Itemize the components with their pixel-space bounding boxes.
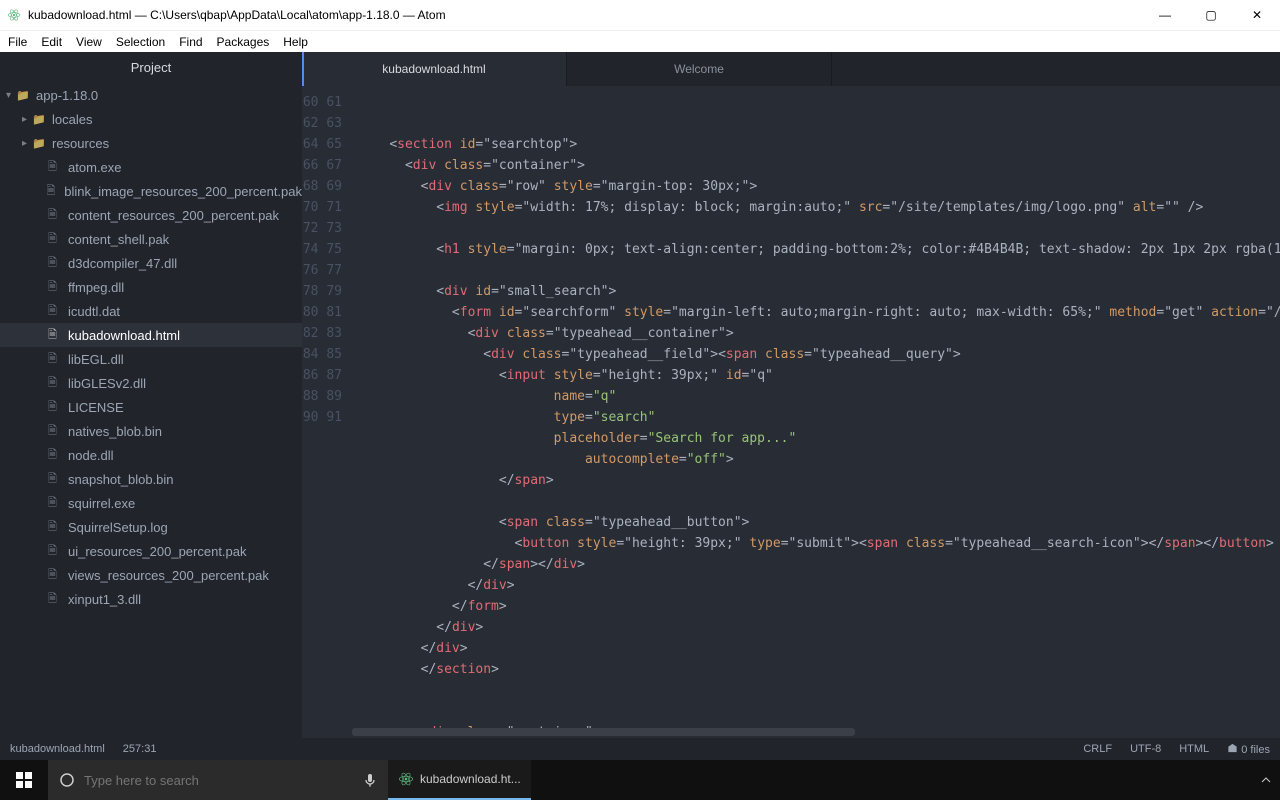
windows-taskbar: kubadownload.ht... (0, 760, 1280, 800)
menu-selection[interactable]: Selection (116, 35, 165, 49)
tree-item-natives-blob-bin[interactable]: 🗎natives_blob.bin (0, 419, 302, 443)
tree-item-kubadownload-html[interactable]: 🗎kubadownload.html (0, 323, 302, 347)
status-git-files[interactable]: 0 files (1227, 743, 1270, 756)
menu-find[interactable]: Find (179, 35, 202, 49)
horizontal-scrollbar[interactable] (352, 726, 1266, 738)
tab-welcome[interactable]: Welcome (567, 52, 832, 86)
tree-item-locales[interactable]: ▸📁locales (0, 107, 302, 131)
status-eol[interactable]: CRLF (1083, 743, 1112, 755)
tree-item-squirrelsetup-log[interactable]: 🗎SquirrelSetup.log (0, 515, 302, 539)
menu-bar: File Edit View Selection Find Packages Help (0, 30, 1280, 52)
tree-item-d3dcompiler-47-dll[interactable]: 🗎d3dcompiler_47.dll (0, 251, 302, 275)
tree-item-libegl-dll[interactable]: 🗎libEGL.dll (0, 347, 302, 371)
status-bar: kubadownload.html 257:31 CRLF UTF-8 HTML… (0, 738, 1280, 760)
taskbar-app-atom[interactable]: kubadownload.ht... (388, 760, 531, 800)
tree-item-atom-exe[interactable]: 🗎atom.exe (0, 155, 302, 179)
tree-item-content-shell-pak[interactable]: 🗎content_shell.pak (0, 227, 302, 251)
sidebar-title: Project (0, 52, 302, 83)
tree-item-resources[interactable]: ▸📁resources (0, 131, 302, 155)
tree-item-node-dll[interactable]: 🗎node.dll (0, 443, 302, 467)
tree-item-xinput1-3-dll[interactable]: 🗎xinput1_3.dll (0, 587, 302, 611)
status-position[interactable]: 257:31 (123, 743, 157, 755)
window-minimize-button[interactable]: — (1142, 0, 1188, 30)
cortana-icon (58, 771, 76, 789)
tree-item-app-1-18-0[interactable]: ▾📁app-1.18.0 (0, 83, 302, 107)
tree-item-squirrel-exe[interactable]: 🗎squirrel.exe (0, 491, 302, 515)
code-area[interactable]: <section id="searchtop"> <div class="con… (352, 86, 1280, 738)
status-file: kubadownload.html (10, 743, 105, 755)
tree-item-content-resources-200-percent-pak[interactable]: 🗎content_resources_200_percent.pak (0, 203, 302, 227)
code-editor[interactable]: 60 61 62 63 64 65 66 67 68 69 70 71 72 7… (302, 86, 1280, 738)
start-button[interactable] (0, 760, 48, 800)
tab-kubadownload-html[interactable]: kubadownload.html (302, 52, 567, 86)
file-tree[interactable]: ▾📁app-1.18.0▸📁locales▸📁resources🗎atom.ex… (0, 83, 302, 738)
tree-item-ui-resources-200-percent-pak[interactable]: 🗎ui_resources_200_percent.pak (0, 539, 302, 563)
project-sidebar: Project ▾📁app-1.18.0▸📁locales▸📁resources… (0, 52, 302, 738)
menu-view[interactable]: View (76, 35, 102, 49)
tree-item-license[interactable]: 🗎LICENSE (0, 395, 302, 419)
tree-item-snapshot-blob-bin[interactable]: 🗎snapshot_blob.bin (0, 467, 302, 491)
tree-item-libglesv2-dll[interactable]: 🗎libGLESv2.dll (0, 371, 302, 395)
atom-icon (6, 7, 22, 23)
taskbar-search-input[interactable] (84, 773, 354, 788)
menu-file[interactable]: File (8, 35, 27, 49)
window-title: kubadownload.html — C:\Users\qbap\AppDat… (28, 8, 446, 22)
tree-item-views-resources-200-percent-pak[interactable]: 🗎views_resources_200_percent.pak (0, 563, 302, 587)
menu-edit[interactable]: Edit (41, 35, 62, 49)
taskbar-tray-expand[interactable] (1252, 760, 1280, 800)
status-encoding[interactable]: UTF-8 (1130, 743, 1161, 755)
tree-item-ffmpeg-dll[interactable]: 🗎ffmpeg.dll (0, 275, 302, 299)
window-titlebar: kubadownload.html — C:\Users\qbap\AppDat… (0, 0, 1280, 30)
mic-icon[interactable] (362, 772, 378, 788)
taskbar-app-label: kubadownload.ht... (420, 772, 521, 786)
tab-bar: kubadownload.htmlWelcome (302, 52, 1280, 86)
menu-help[interactable]: Help (283, 35, 308, 49)
window-close-button[interactable]: ✕ (1234, 0, 1280, 30)
menu-packages[interactable]: Packages (217, 35, 270, 49)
tree-item-blink-image-resources-200-percent-pak[interactable]: 🗎blink_image_resources_200_percent.pak (0, 179, 302, 203)
line-gutter: 60 61 62 63 64 65 66 67 68 69 70 71 72 7… (302, 86, 352, 428)
taskbar-search[interactable] (48, 760, 388, 800)
tree-item-icudtl-dat[interactable]: 🗎icudtl.dat (0, 299, 302, 323)
window-maximize-button[interactable]: ▢ (1188, 0, 1234, 30)
status-language[interactable]: HTML (1179, 743, 1209, 755)
